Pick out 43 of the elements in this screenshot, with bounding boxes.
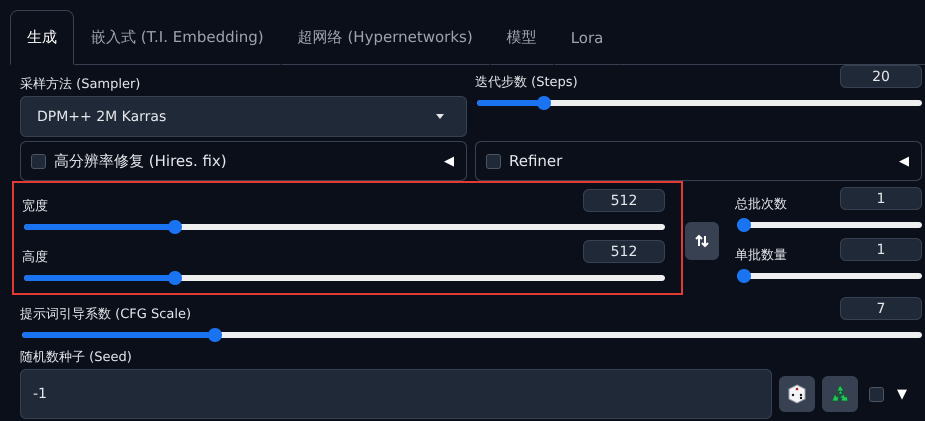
field-label: 单批数量	[735, 247, 787, 264]
dice-icon	[787, 384, 807, 404]
tab[interactable]: 嵌入式 (T.I. Embedding)	[74, 10, 281, 65]
accordion-header[interactable]: Refiner ◀	[475, 141, 922, 181]
slider[interactable]	[22, 328, 922, 342]
swap-icon	[695, 234, 709, 248]
number-field[interactable]: 1	[840, 238, 922, 261]
accordion-label: Refiner	[509, 152, 564, 170]
seed-field[interactable]: -1	[20, 369, 772, 419]
slider[interactable]	[737, 218, 922, 232]
slider[interactable]	[24, 220, 665, 234]
field-label: 随机数种子 (Seed)	[20, 349, 133, 366]
field-label: 总批次数	[735, 196, 787, 213]
number-field[interactable]: 1	[840, 187, 922, 210]
tab[interactable]: 超网络 (Hypernetworks)	[280, 10, 490, 65]
number-field[interactable]: 512	[583, 240, 665, 263]
slider[interactable]	[737, 269, 922, 283]
checkbox[interactable]	[869, 386, 884, 402]
number-field[interactable]: 512	[583, 189, 665, 212]
number-field[interactable]: 7	[840, 297, 922, 320]
expand-toggle[interactable]: ▼	[897, 386, 907, 402]
checkbox[interactable]	[486, 154, 501, 168]
slider[interactable]	[477, 96, 922, 110]
accordion-header[interactable]: 高分辨率修复 (Hires. fix) ◀	[20, 141, 467, 181]
field-label: 迭代步数 (Steps)	[475, 74, 578, 91]
collapse-icon: ◀	[899, 154, 909, 168]
field-label: 提示词引导系数 (CFG Scale)	[20, 306, 192, 323]
field-label: 宽度	[22, 198, 48, 215]
accordion-label: 高分辨率修复 (Hires. fix)	[54, 152, 228, 170]
tab[interactable]: Lora	[554, 10, 620, 65]
slider[interactable]	[24, 271, 665, 285]
sampler-dropdown[interactable]: DPM++ 2M Karras	[20, 96, 467, 137]
swap-button[interactable]	[685, 222, 719, 260]
caret-icon	[436, 114, 444, 119]
number-field[interactable]: 20	[840, 65, 922, 88]
field-label: 采样方法 (Sampler)	[20, 76, 142, 93]
tab[interactable]: 模型	[490, 10, 554, 65]
tab[interactable]: 生成	[10, 10, 74, 65]
recycle-button[interactable]	[822, 376, 858, 412]
field-label: 高度	[22, 249, 48, 266]
dice-button[interactable]	[779, 376, 815, 412]
checkbox[interactable]	[31, 154, 46, 168]
collapse-icon: ◀	[444, 154, 454, 168]
